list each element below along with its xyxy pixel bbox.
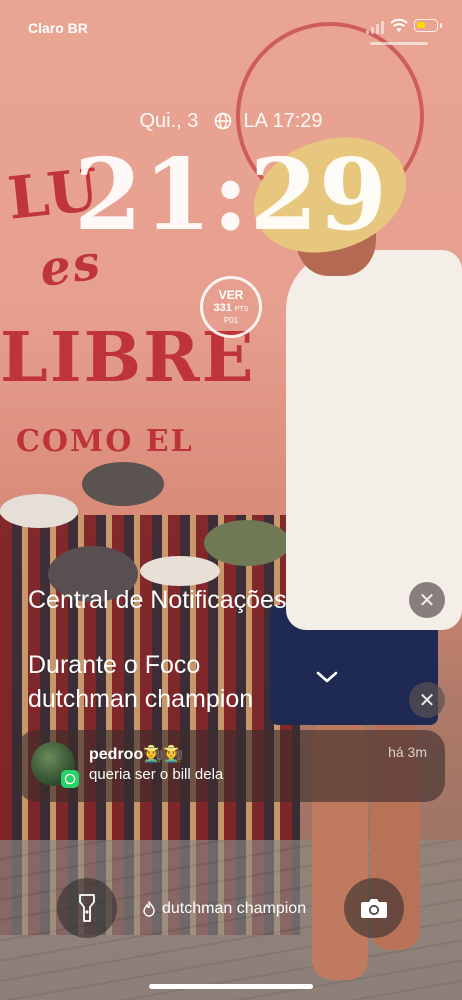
wallpaper-bowl: [140, 556, 220, 586]
notification-card[interactable]: pedroo🧑‍🌾🧑‍🌾 há 3m queria ser o bill del…: [17, 730, 445, 802]
battery-icon: [414, 19, 438, 32]
widget-team: VER: [218, 288, 244, 302]
whatsapp-icon: [61, 770, 79, 788]
focus-name: dutchman champion: [28, 685, 254, 713]
focus-indicator[interactable]: dutchman champion: [142, 900, 306, 918]
f1-standings-widget[interactable]: VER 331 PTS P01: [200, 276, 262, 338]
battery-cap: [440, 23, 442, 28]
wallpaper-bowl: [204, 520, 290, 566]
flame-icon: [143, 901, 155, 917]
date-row: Qui., 3 LA 17:29: [0, 110, 462, 133]
close-icon: ✕: [418, 589, 436, 612]
notification-center-title: Central de Notificações: [28, 586, 287, 614]
wallpaper-person-shirt: [286, 250, 462, 630]
notification-time: há 3m: [388, 744, 427, 760]
widget-points-unit: PTS: [234, 306, 249, 313]
signal-icon: [366, 20, 384, 34]
world-clock-label: LA 17:29: [243, 110, 323, 132]
focus-summary[interactable]: Durante o Foco dutchman champion: [28, 648, 253, 716]
widget-points: 331 PTS: [203, 302, 259, 316]
wallpaper-bowl: [0, 494, 78, 528]
lock-screen-clock: 21:29: [74, 138, 388, 253]
flashlight-button[interactable]: [57, 878, 117, 938]
close-icon: ✕: [418, 689, 436, 712]
date-label: Qui., 3: [139, 110, 199, 132]
status-bar: Claro BR: [0, 0, 462, 52]
home-indicator[interactable]: [149, 984, 313, 989]
focus-title: Durante o Foco: [28, 651, 201, 679]
battery-fill: [417, 22, 425, 28]
widget-points-value: 331: [213, 302, 232, 314]
wall-mural-letters: COMO EL: [16, 424, 194, 459]
clear-notifications-button[interactable]: ✕: [409, 582, 445, 618]
carrier-name: Claro BR: [28, 20, 88, 36]
chevron-down-icon[interactable]: [314, 668, 340, 686]
notification-message: queria ser o bill dela: [89, 766, 224, 783]
clear-focus-notifications-button[interactable]: ✕: [409, 682, 445, 718]
focus-indicator-label: dutchman champion: [162, 900, 307, 917]
notification-grabber: [370, 42, 428, 45]
globe-icon: [214, 112, 232, 130]
camera-icon: [361, 899, 387, 918]
wallpaper-bowl: [82, 462, 164, 506]
flashlight-icon: [79, 894, 95, 922]
camera-button[interactable]: [344, 878, 404, 938]
notification-sender: pedroo🧑‍🌾🧑‍🌾: [89, 746, 184, 763]
wifi-icon: [390, 18, 408, 32]
widget-position: P01: [223, 316, 239, 325]
